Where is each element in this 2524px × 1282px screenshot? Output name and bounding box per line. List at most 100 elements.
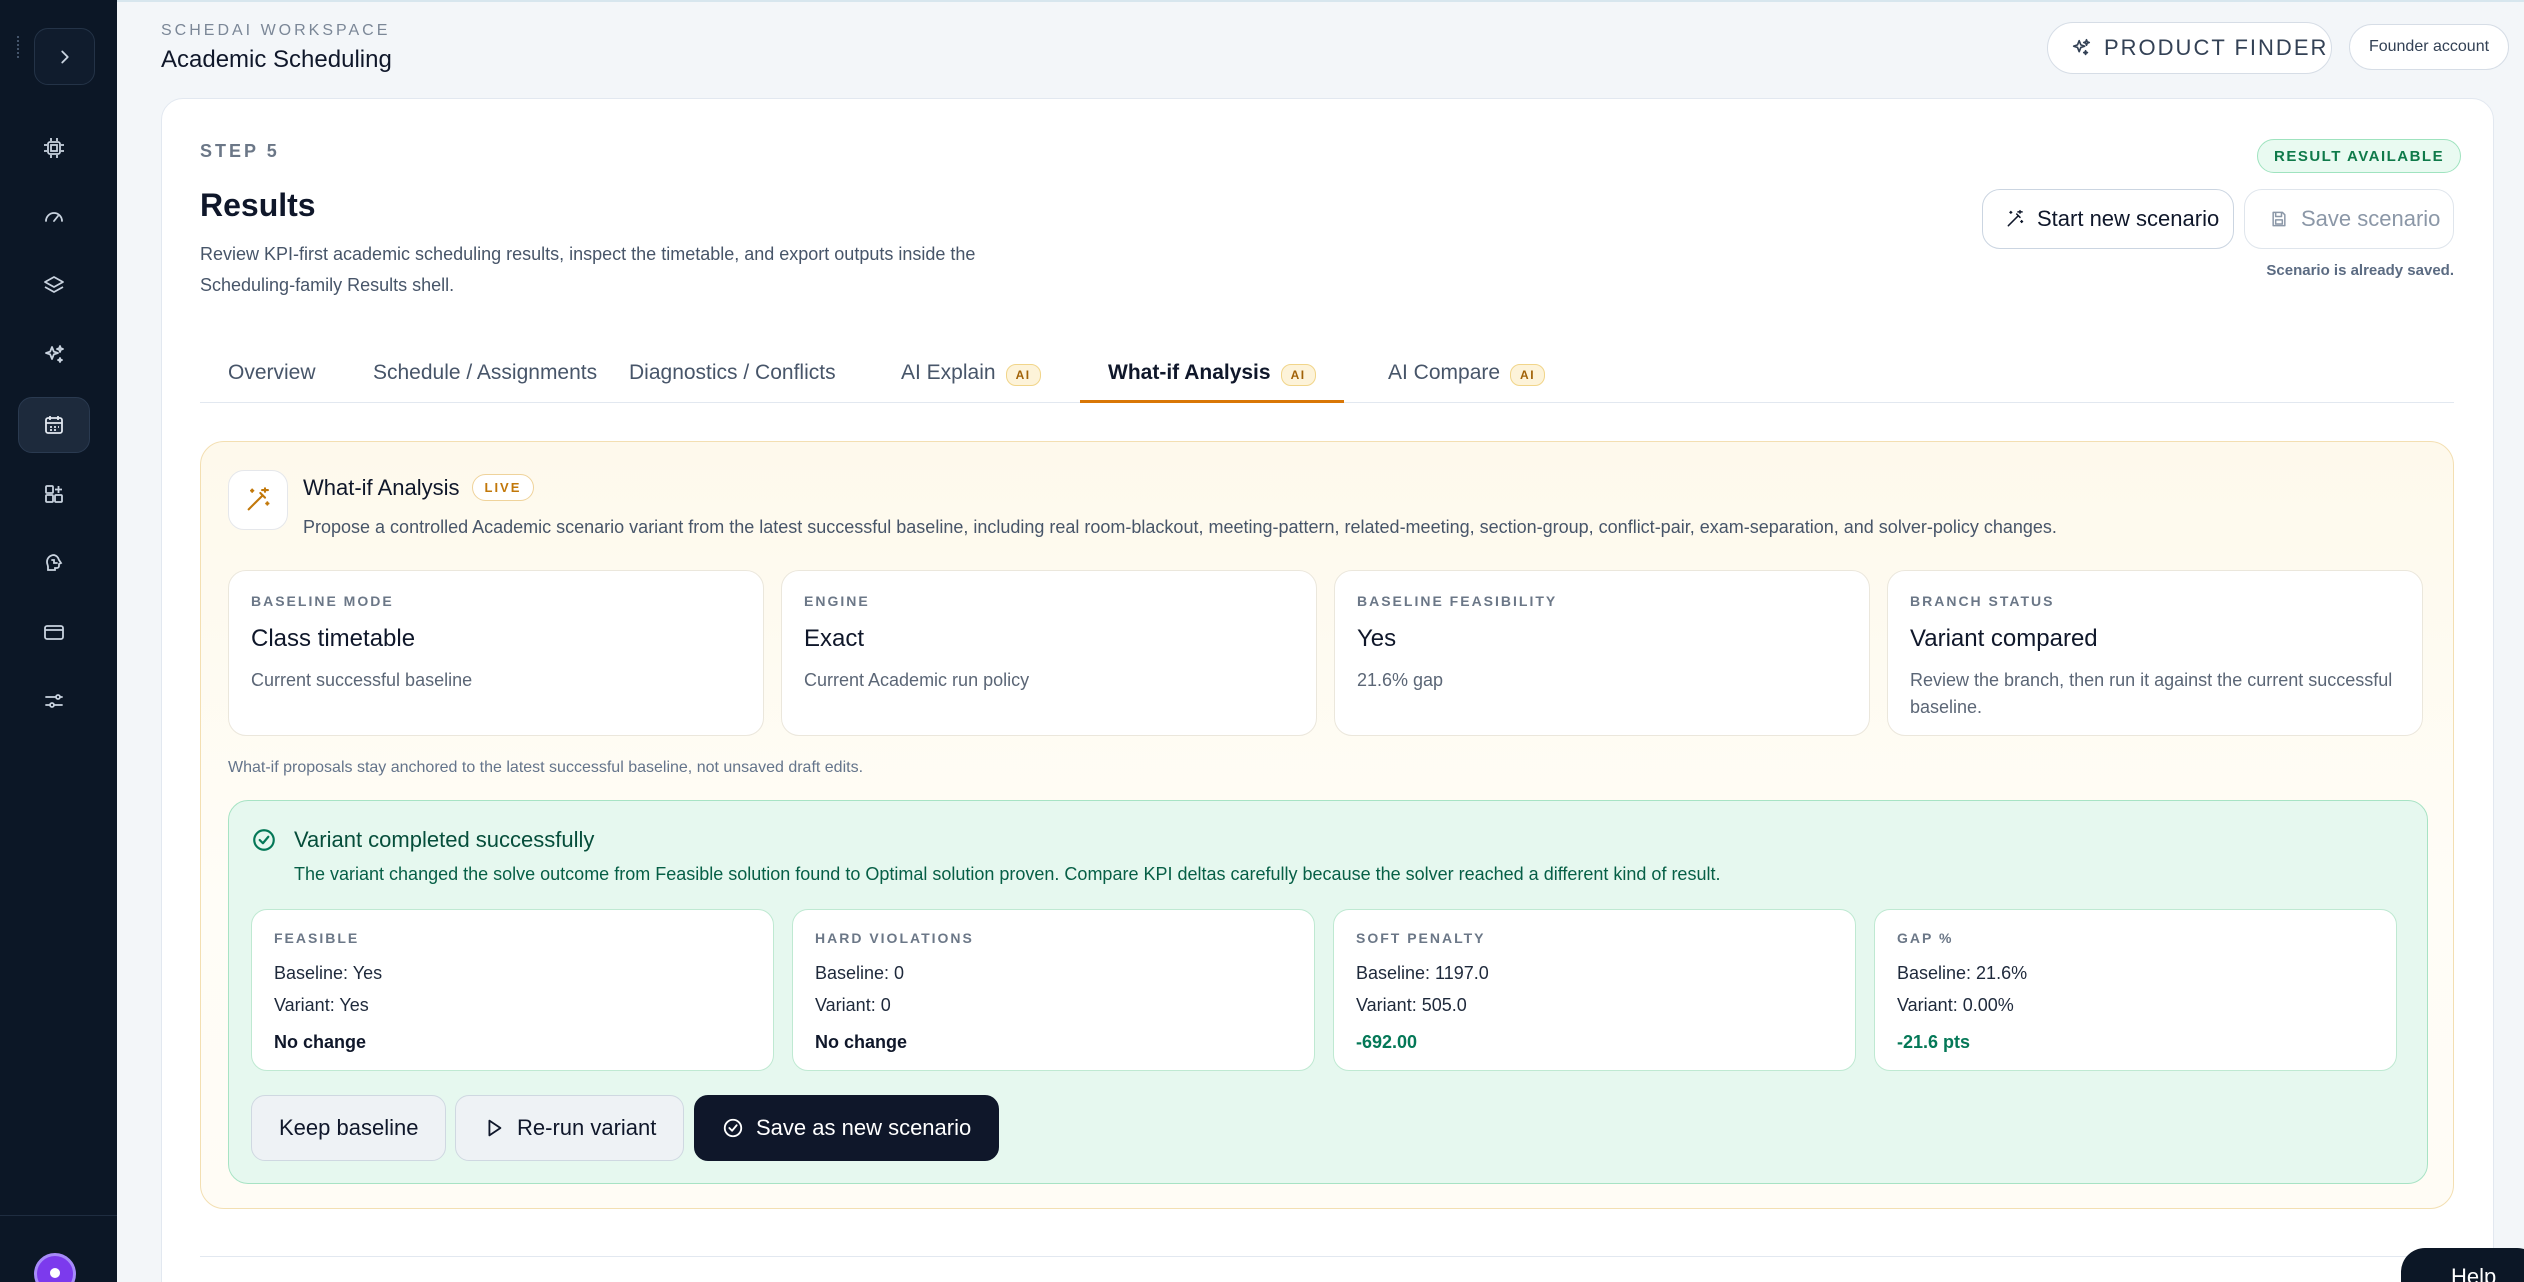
stat-value: Variant compared: [1910, 625, 2098, 652]
saved-note: Scenario is already saved.: [2266, 262, 2454, 279]
kpi-variant: Variant: 505.0: [1356, 995, 1467, 1015]
save-scenario-label: Save scenario: [2301, 206, 2441, 231]
tab-diagnostics-conflicts[interactable]: Diagnostics / Conflicts: [601, 361, 864, 403]
what-if-description: Propose a controlled Academic scenario v…: [303, 517, 2057, 537]
kpi-delta: -21.6 pts: [1897, 1032, 1971, 1052]
drag-handle[interactable]: [17, 36, 20, 58]
step-label: STEP 5: [200, 141, 280, 161]
ai-badge: AI: [1510, 364, 1546, 386]
workspace-label: SCHEDAI WORKSPACE: [161, 22, 391, 39]
sidebar-item-settings[interactable]: [18, 673, 90, 729]
stat-sub: Review the branch, then run it against t…: [1910, 670, 2393, 717]
stat-label: ENGINE: [804, 593, 870, 609]
rerun-variant-button[interactable]: Re-run variant: [455, 1095, 685, 1161]
avatar[interactable]: [34, 1253, 76, 1282]
results-card: STEP 5 Results Review KPI-first academic…: [161, 98, 2494, 1282]
gauge-icon: [45, 212, 63, 222]
tab-label: AI Compare: [1388, 361, 1501, 384]
layers-icon: [44, 276, 64, 293]
cpu-icon: [44, 138, 64, 158]
check-circle-icon: [723, 1118, 743, 1138]
stat-branch-status: BRANCH STATUS Variant compared Review th…: [1887, 570, 2423, 736]
sidebar-item-dashboard[interactable]: [18, 189, 90, 245]
sidebar-item-processor[interactable]: [18, 120, 90, 176]
kpi-hard-violations: HARD VIOLATIONS Baseline: 0 Variant: 0 N…: [792, 909, 1315, 1071]
stat-label: BRANCH STATUS: [1910, 593, 2055, 609]
help-label: Help: [2451, 1264, 2497, 1282]
sidebar-toggle-button[interactable]: [34, 28, 95, 85]
tab-ai-explain[interactable]: AI Explain AI: [873, 361, 1069, 403]
keep-baseline-button[interactable]: Keep baseline: [251, 1095, 447, 1161]
stat-sub: Current Academic run policy: [804, 670, 1030, 690]
stat-baseline-feasibility: BASELINE FEASIBILITY Yes 21.6% gap: [1334, 570, 1870, 736]
sliders-icon: [45, 694, 63, 708]
stat-label: BASELINE MODE: [251, 593, 394, 609]
sparkles-icon: [2072, 38, 2091, 56]
live-badge: LIVE: [471, 474, 535, 501]
stat-value: Yes: [1357, 625, 1397, 652]
kpi-variant: Variant: 0.00%: [1897, 995, 2014, 1015]
stat-sub: 21.6% gap: [1357, 670, 1444, 690]
section-divider: [200, 1256, 2454, 1257]
what-if-title-text: What-if Analysis: [303, 474, 460, 500]
stat-baseline-mode: BASELINE MODE Class timetable Current su…: [228, 570, 764, 736]
kpi-gap: GAP % Baseline: 21.6% Variant: 0.00% -21…: [1874, 909, 2397, 1071]
sparkles-icon: [45, 345, 64, 363]
kpi-variant: Variant: Yes: [274, 995, 369, 1015]
ai-badge: AI: [1005, 364, 1041, 386]
sidebar-item-insights[interactable]: [18, 535, 90, 591]
kpi-label: SOFT PENALTY: [1356, 930, 1486, 946]
kpi-baseline: Baseline: 1197.0: [1356, 963, 1489, 983]
sidebar-item-apps[interactable]: [18, 466, 90, 522]
save-icon: [2272, 211, 2286, 227]
sidebar: [0, 0, 117, 1282]
stat-sub: Current successful baseline: [251, 670, 473, 690]
sidebar-item-layers[interactable]: [18, 258, 90, 314]
what-if-title: What-if Analysis LIVE: [303, 474, 535, 501]
results-description: Review KPI-first academic scheduling res…: [200, 244, 976, 295]
save-as-new-scenario-button[interactable]: Save as new scenario: [694, 1095, 1000, 1161]
stat-value: Class timetable: [251, 625, 416, 652]
stat-label: BASELINE FEASIBILITY: [1357, 593, 1558, 609]
kpi-label: FEASIBLE: [274, 930, 360, 946]
rerun-variant-label: Re-run variant: [517, 1115, 657, 1140]
tab-label: AI Explain: [901, 361, 996, 384]
keep-baseline-label: Keep baseline: [279, 1115, 419, 1140]
product-finder-button[interactable]: PRODUCT FINDER: [2047, 22, 2332, 74]
kpi-baseline: Baseline: 0: [815, 963, 905, 983]
tab-label: Schedule / Assignments: [373, 361, 598, 384]
play-icon: [488, 1119, 502, 1137]
start-new-scenario-button[interactable]: Start new scenario: [1982, 189, 2234, 249]
kpi-soft-penalty: SOFT PENALTY Baseline: 1197.0 Variant: 5…: [1333, 909, 1856, 1071]
magic-wand-icon: [247, 487, 270, 511]
tab-what-if-analysis[interactable]: What-if Analysis AI: [1080, 361, 1344, 403]
sidebar-divider: [0, 1215, 117, 1216]
kpi-label: HARD VIOLATIONS: [815, 930, 974, 946]
kpi-feasible: FEASIBLE Baseline: Yes Variant: Yes No c…: [251, 909, 774, 1071]
kpi-delta: No change: [815, 1032, 908, 1052]
calendar-icon: [45, 416, 63, 434]
kpi-baseline: Baseline: Yes: [274, 963, 383, 983]
chevron-right-icon: [60, 50, 69, 63]
tab-ai-compare[interactable]: AI Compare AI: [1360, 361, 1573, 403]
tab-schedule-assignments[interactable]: Schedule / Assignments: [345, 361, 625, 403]
status-badge: RESULT AVAILABLE: [2257, 139, 2462, 173]
sidebar-item-billing[interactable]: [18, 604, 90, 660]
variant-success-description: The variant changed the solve outcome fr…: [294, 864, 1721, 884]
magic-wand-icon: [2007, 209, 2024, 227]
tab-overview[interactable]: Overview: [200, 361, 344, 403]
help-button[interactable]: Help: [2401, 1248, 2524, 1282]
what-if-icon-tile: [228, 470, 288, 530]
save-as-new-scenario-label: Save as new scenario: [756, 1115, 972, 1140]
sidebar-item-ai[interactable]: [18, 327, 90, 383]
product-finder-label: PRODUCT FINDER: [2104, 35, 2329, 60]
account-button[interactable]: Founder account: [2349, 24, 2509, 70]
save-scenario-button[interactable]: Save scenario: [2244, 189, 2454, 249]
grid-plus-icon: [45, 485, 63, 503]
kpi-baseline: Baseline: 21.6%: [1897, 963, 2028, 983]
anchor-note: What-if proposals stay anchored to the l…: [228, 759, 864, 776]
stat-value: Exact: [804, 625, 865, 652]
stat-engine: ENGINE Exact Current Academic run policy: [781, 570, 1317, 736]
kpi-delta: No change: [274, 1032, 367, 1052]
sidebar-item-scheduling[interactable]: [18, 397, 90, 453]
